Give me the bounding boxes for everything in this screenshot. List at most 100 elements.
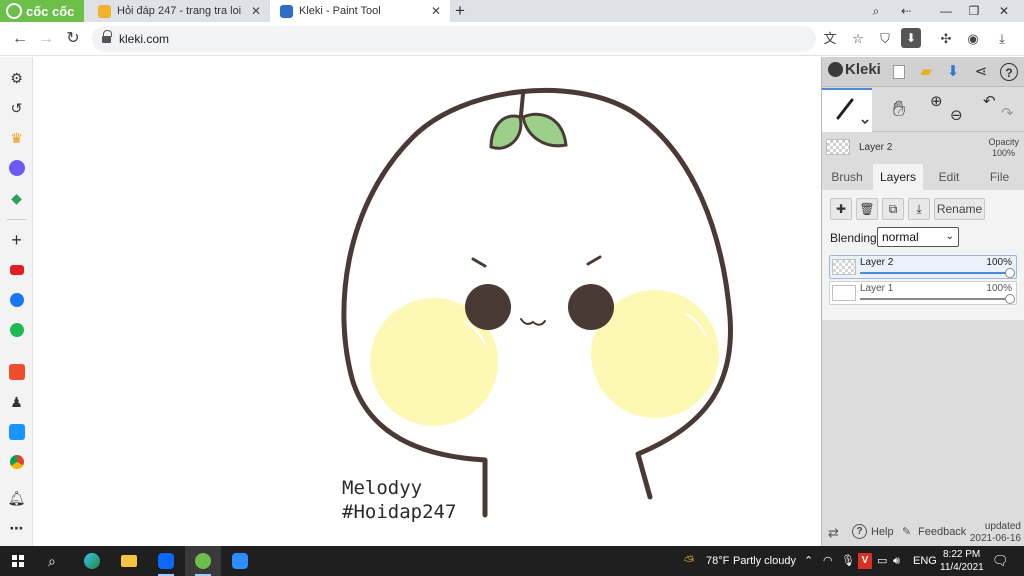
- coccoc-icon: [195, 553, 211, 569]
- drawing-canvas[interactable]: Melodyy #Hoidap247: [33, 57, 821, 546]
- new-tab-icon[interactable]: +: [450, 1, 470, 21]
- swap-icon[interactable]: ⇄: [828, 525, 839, 541]
- save-download-icon[interactable]: ⬇: [944, 63, 962, 81]
- tab-brush[interactable]: Brush: [822, 164, 872, 190]
- game-character-icon[interactable]: ♟: [7, 393, 26, 412]
- layer-row-layer-2[interactable]: Layer 2 100%: [829, 255, 1017, 279]
- settings-icon[interactable]: ⚙: [7, 69, 26, 88]
- layer-thumbnail: [832, 285, 856, 301]
- feedback-link[interactable]: Feedback: [918, 526, 966, 538]
- close-tab-icon[interactable]: ✕: [248, 3, 264, 19]
- kleki-logo[interactable]: Kleki: [828, 61, 881, 78]
- facebook-icon[interactable]: [7, 291, 26, 310]
- open-folder-icon[interactable]: ▰: [917, 63, 935, 81]
- edge-app[interactable]: [74, 546, 110, 576]
- layer-opacity-knob[interactable]: [1005, 294, 1015, 304]
- notifications-icon[interactable]: 🗨︎: [992, 546, 1009, 576]
- hand-tool[interactable]: ✋︎: [874, 88, 924, 132]
- coccoc-app[interactable]: [185, 546, 221, 576]
- tab-edit[interactable]: Edit: [924, 164, 974, 190]
- weather-temp[interactable]: 78°F: [706, 546, 729, 576]
- extensions-icon[interactable]: ✣: [934, 27, 958, 51]
- volume-icon[interactable]: 🔊︎: [893, 546, 900, 576]
- lock-icon: [102, 30, 112, 44]
- help-icon[interactable]: ?: [1000, 63, 1018, 81]
- explorer-app[interactable]: [111, 546, 147, 576]
- tab-search-icon[interactable]: ⌕: [860, 0, 892, 22]
- layer-opacity-slider[interactable]: [860, 298, 1010, 300]
- close-tab-icon[interactable]: ✕: [428, 3, 444, 19]
- clock-time[interactable]: 8:22 PM: [943, 549, 980, 560]
- tab-file[interactable]: File: [974, 164, 1024, 190]
- shopee-icon[interactable]: [7, 363, 26, 382]
- layer-row-layer-1[interactable]: Layer 1 100%: [829, 281, 1017, 305]
- youtube-icon[interactable]: [7, 261, 26, 280]
- share-icon[interactable]: ⋖: [972, 63, 990, 81]
- back-to-tab-icon[interactable]: ⇠: [890, 0, 922, 22]
- tray-expand-icon[interactable]: ⌃: [804, 546, 813, 576]
- vivaldi-v-icon[interactable]: V: [858, 553, 872, 569]
- more-icon[interactable]: ⋯: [7, 519, 26, 538]
- crown-icon[interactable]: ♛: [7, 129, 26, 148]
- updated-label: updated: [984, 521, 1021, 532]
- shield-icon[interactable]: ⛉: [873, 27, 897, 51]
- language-indicator[interactable]: ENG: [913, 546, 937, 576]
- zoom-out-icon[interactable]: ⊖: [950, 106, 963, 124]
- delete-layer-button[interactable]: 🗑︎: [856, 198, 878, 220]
- brush-tool[interactable]: [822, 88, 872, 132]
- download-video-icon[interactable]: ⬇: [901, 28, 921, 48]
- tiki-icon[interactable]: [7, 423, 26, 442]
- bookmark-star-icon[interactable]: ☆: [846, 27, 870, 51]
- undo-icon[interactable]: ↶: [983, 92, 996, 110]
- blending-select[interactable]: normal ⌄: [877, 227, 959, 247]
- add-layer-button[interactable]: ✚: [830, 198, 852, 220]
- address-bar[interactable]: kleki.com 文 ☆ ⛉ ⬇: [92, 26, 921, 52]
- messenger-icon[interactable]: [7, 159, 26, 178]
- reload-icon[interactable]: ↻: [61, 27, 85, 51]
- tab-hoidap[interactable]: Hỏi đáp 247 - trang tra loi ✕: [88, 0, 270, 22]
- translate-icon[interactable]: 文: [818, 27, 842, 51]
- drawing: [341, 87, 734, 518]
- duplicate-layer-button[interactable]: ⧉: [882, 198, 904, 220]
- back-icon[interactable]: ←: [8, 27, 32, 51]
- layer-opacity-knob[interactable]: [1005, 268, 1015, 278]
- url-text[interactable]: kleki.com: [119, 32, 169, 46]
- add-icon[interactable]: +: [7, 231, 26, 250]
- caption-line-1: Melodyy: [342, 477, 423, 499]
- new-image-icon[interactable]: [890, 63, 908, 81]
- rename-button[interactable]: Rename: [934, 198, 985, 220]
- help-circle-icon[interactable]: ?: [852, 524, 867, 539]
- search-button[interactable]: ⌕: [37, 546, 73, 576]
- profile-icon[interactable]: ◉: [961, 27, 985, 51]
- zalo-app[interactable]: [148, 546, 184, 576]
- redo-icon[interactable]: ↷: [1001, 104, 1014, 122]
- tool-bar: ✋︎ ⊕ ⊖ ↶ ↷: [822, 88, 1024, 132]
- game-icon[interactable]: ◆: [7, 189, 26, 208]
- layer-opacity-fill: [860, 272, 1010, 274]
- help-link[interactable]: Help: [871, 526, 894, 538]
- clock-date[interactable]: 11/4/2021: [940, 562, 984, 573]
- bell-icon[interactable]: 🔔︎: [7, 489, 26, 508]
- restore-icon[interactable]: ❐: [958, 0, 990, 22]
- browser-tabstrip: cốc cốc Hỏi đáp 247 - trang tra loi ✕ Kl…: [0, 0, 1024, 22]
- microphone-icon[interactable]: 🎙︎: [841, 546, 855, 576]
- tab-kleki[interactable]: Kleki - Paint Tool ✕: [270, 0, 450, 22]
- close-window-icon[interactable]: ✕: [988, 0, 1020, 22]
- start-button[interactable]: [0, 546, 36, 576]
- spotify-icon[interactable]: [7, 321, 26, 340]
- zoom-app[interactable]: [222, 546, 258, 576]
- current-layer-info: Layer 2 Opacity 100%: [822, 133, 1024, 163]
- chrome-extension-icon[interactable]: [7, 453, 26, 472]
- merge-layer-button[interactable]: ⤓: [908, 198, 930, 220]
- forward-icon[interactable]: →: [34, 27, 58, 51]
- wifi-icon[interactable]: ◠: [823, 546, 833, 576]
- layer-opacity-slider[interactable]: [860, 272, 1010, 274]
- downloads-icon[interactable]: ⤓: [990, 27, 1014, 51]
- weather-text[interactable]: Partly cloudy: [733, 546, 796, 576]
- opacity-value: 100%: [991, 148, 1015, 158]
- zoom-in-icon[interactable]: ⊕: [930, 92, 943, 110]
- network-icon[interactable]: ▭: [877, 546, 887, 576]
- history-icon[interactable]: ↺: [7, 99, 26, 118]
- tab-layers[interactable]: Layers: [873, 164, 923, 190]
- browser-brand[interactable]: cốc cốc: [0, 0, 84, 22]
